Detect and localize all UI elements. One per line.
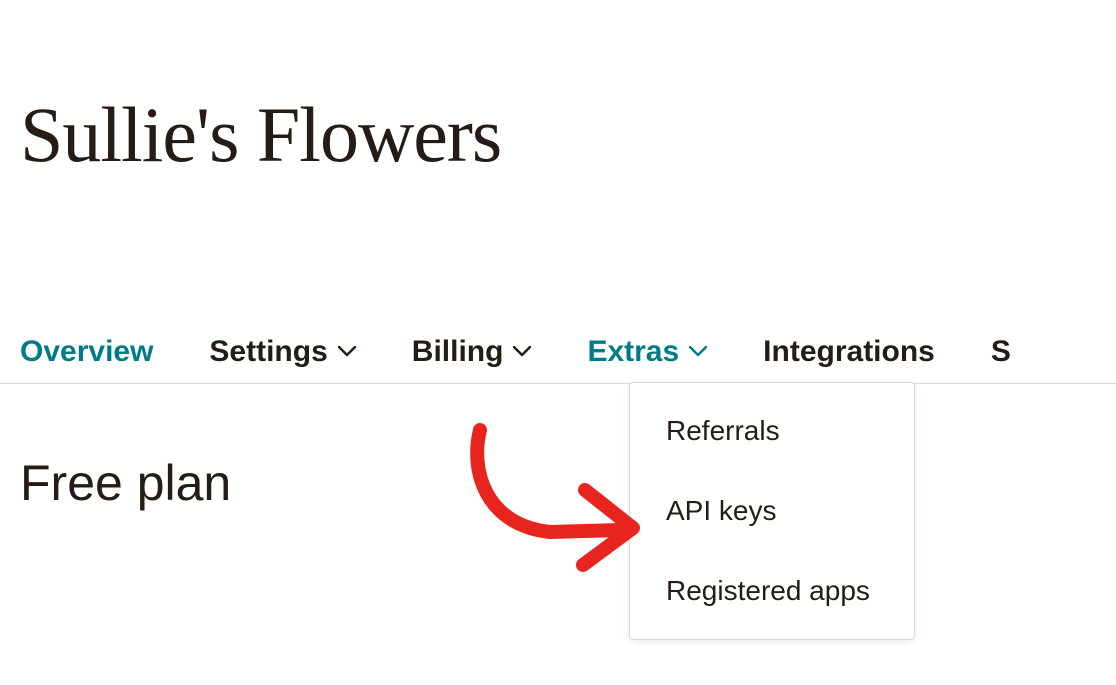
plan-label: Free plan [0,384,1116,512]
dropdown-item-registered-apps[interactable]: Registered apps [630,551,914,631]
nav-label: S [991,335,1011,369]
nav-item-settings[interactable]: Settings [209,335,355,369]
chevron-down-icon [513,343,531,361]
nav-label: Billing [412,335,504,369]
navigation-bar: Overview Settings Billing Extras Integra… [0,320,1116,384]
nav-item-extras[interactable]: Extras [587,335,707,369]
nav-item-billing[interactable]: Billing [412,335,532,369]
chevron-down-icon [689,343,707,361]
extras-dropdown-menu: Referrals API keys Registered apps [629,382,915,640]
chevron-down-icon [338,343,356,361]
nav-label: Extras [587,335,679,369]
dropdown-item-api-keys[interactable]: API keys [630,471,914,551]
nav-item-truncated[interactable]: S [991,335,1011,369]
nav-label: Integrations [763,335,935,369]
dropdown-item-referrals[interactable]: Referrals [630,391,914,471]
nav-item-overview[interactable]: Overview [20,335,153,369]
nav-item-integrations[interactable]: Integrations [763,335,935,369]
nav-label: Settings [209,335,327,369]
page-title: Sullie's Flowers [0,0,1116,180]
nav-label: Overview [20,335,153,369]
